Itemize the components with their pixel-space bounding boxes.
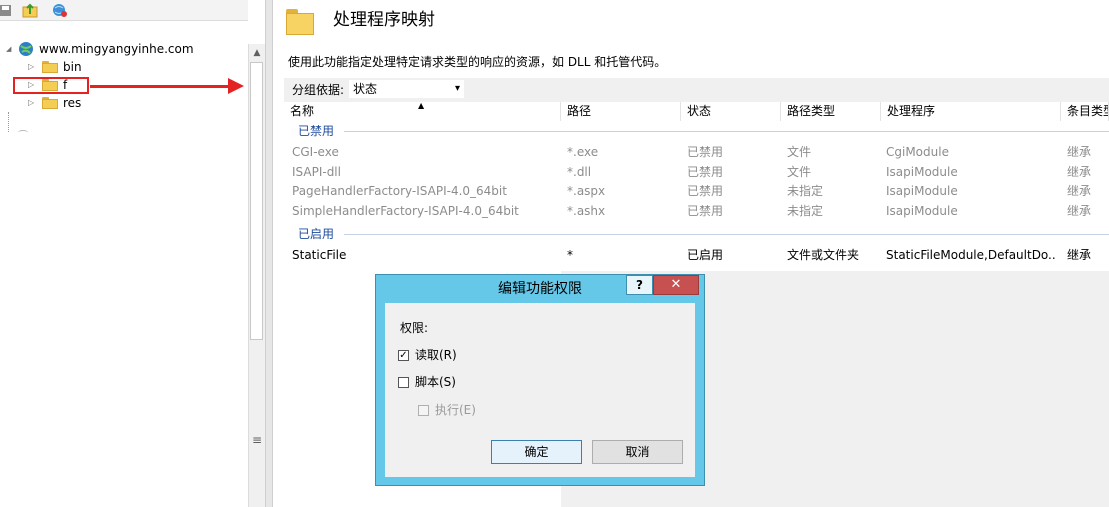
expand-icon[interactable]: ▷: [28, 62, 36, 72]
cell-path: *.aspx: [567, 184, 606, 198]
partial-node-icon: [18, 130, 28, 135]
cell-entry-type: 继承: [1067, 145, 1092, 159]
cell-name: PageHandlerFactory-ISAPI-4.0_64bit: [292, 184, 507, 198]
folder-icon: [42, 61, 58, 73]
tree-scrollbar[interactable]: ▲ ≡: [248, 44, 265, 507]
ok-button[interactable]: 确定: [491, 440, 582, 464]
page-title: 处理程序映射: [333, 10, 435, 30]
column-header-handler[interactable]: 处理程序: [881, 102, 1061, 121]
execute-label: 执行(E): [435, 403, 476, 417]
cell-handler: CgiModule: [886, 145, 949, 159]
cell-path-type: 文件或文件夹: [787, 248, 860, 262]
cell-path: *: [567, 248, 573, 262]
cell-path-type: 未指定: [787, 184, 824, 198]
cell-name: CGI-exe: [292, 145, 339, 159]
cell-handler: IsapiModule: [886, 184, 958, 198]
cell-handler: StaticFileModule,DefaultDo...: [886, 248, 1056, 262]
save-icon[interactable]: [0, 2, 16, 18]
script-checkbox-row[interactable]: 脚本(S): [398, 374, 518, 390]
feature-description: 使用此功能指定处理特定请求类型的响应的资源，如 DLL 和托管代码。: [288, 55, 667, 69]
cell-path-type: 文件: [787, 145, 812, 159]
group-header-enabled[interactable]: 已启用: [298, 225, 334, 243]
cell-name: SimpleHandlerFactory-ISAPI-4.0_64bit: [292, 204, 519, 218]
tree-item-bin[interactable]: ▷ bin: [28, 58, 228, 76]
column-header-path[interactable]: 路径: [561, 102, 681, 121]
permissions-label: 权限:: [400, 321, 429, 335]
annotation-arrow: [90, 85, 230, 88]
folder-icon: [42, 97, 58, 109]
cell-name: StaticFile: [292, 248, 347, 262]
close-button[interactable]: ✕: [653, 275, 699, 295]
group-by-label: 分组依据:: [292, 83, 345, 97]
site-label: www.mingyangyinhe.com: [39, 42, 194, 56]
cell-state: 已禁用: [687, 184, 724, 198]
tree-item-res[interactable]: ▷ res: [28, 94, 228, 112]
column-header-label: 名称: [290, 104, 315, 118]
pane-splitter[interactable]: [265, 0, 273, 507]
execute-checkbox: [418, 405, 429, 416]
group-header-disabled[interactable]: 已禁用: [298, 122, 334, 140]
read-label: 读取(R): [415, 348, 457, 362]
script-label: 脚本(S): [415, 375, 456, 389]
feature-folder-icon: [286, 9, 314, 35]
column-header-path-type[interactable]: 路径类型: [781, 102, 881, 121]
scrollbar-thumb[interactable]: [250, 62, 263, 340]
chevron-down-icon: ▾: [454, 83, 460, 94]
cell-path: *.ashx: [567, 204, 606, 218]
tree-item-label: res: [63, 96, 82, 110]
column-header-name[interactable]: 名称 ▲: [284, 101, 561, 121]
grip-icon: ≡: [251, 433, 263, 447]
cell-state: 已禁用: [687, 145, 724, 159]
connections-toolbar: [0, 0, 248, 21]
cell-path-type: 未指定: [787, 204, 824, 218]
group-by-value: 状态: [353, 82, 378, 96]
connect-icon[interactable]: [52, 2, 68, 18]
scroll-up-icon[interactable]: ▲: [251, 47, 263, 59]
cell-path: *.dll: [567, 165, 592, 179]
group-divider: [344, 131, 1109, 132]
cell-path: *.exe: [567, 145, 599, 159]
cell-state: 已禁用: [687, 204, 724, 218]
tree-line: [8, 112, 10, 132]
annotation-highlight-box: [13, 77, 89, 94]
read-checkbox[interactable]: ✓: [398, 350, 409, 361]
cell-entry-type: 继承: [1067, 248, 1092, 262]
collapse-icon[interactable]: ◢: [6, 44, 14, 54]
expand-icon[interactable]: ▷: [28, 98, 36, 108]
group-by-select[interactable]: 状态 ▾: [349, 80, 464, 98]
cancel-button[interactable]: 取消: [592, 440, 683, 464]
read-checkbox-row[interactable]: ✓ 读取(R): [398, 347, 518, 363]
cell-handler: IsapiModule: [886, 204, 958, 218]
cell-entry-type: 继承: [1067, 184, 1092, 198]
column-header-entry-type[interactable]: 条目类型: [1061, 102, 1109, 121]
help-button[interactable]: ?: [626, 275, 653, 295]
cell-state: 已启用: [687, 248, 724, 262]
edit-feature-permissions-dialog: 编辑功能权限 ? ✕ 权限: ✓ 读取(R) 脚本(S) 执行(E) 确定 取消: [375, 274, 705, 486]
group-divider: [344, 234, 1109, 235]
column-header-state[interactable]: 状态: [681, 102, 781, 121]
annotation-arrow-head: [228, 78, 244, 94]
cell-path-type: 文件: [787, 165, 812, 179]
cell-name: ISAPI-dll: [292, 165, 341, 179]
cell-state: 已禁用: [687, 165, 724, 179]
dialog-body: 权限: ✓ 读取(R) 脚本(S) 执行(E) 确定 取消: [385, 303, 695, 477]
cell-entry-type: 继承: [1067, 204, 1092, 218]
sort-ascending-icon: ▲: [418, 101, 425, 110]
up-folder-icon[interactable]: [22, 2, 38, 18]
execute-checkbox-row: 执行(E): [418, 402, 538, 418]
cell-entry-type: 继承: [1067, 165, 1092, 179]
script-checkbox[interactable]: [398, 377, 409, 388]
cell-handler: IsapiModule: [886, 165, 958, 179]
tree-item-label: bin: [63, 60, 82, 74]
